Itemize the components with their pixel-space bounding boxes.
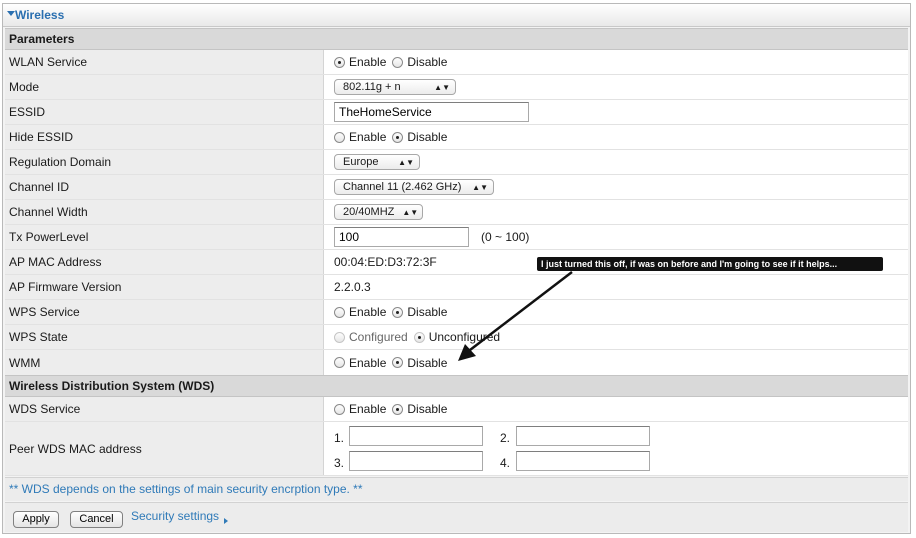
annotation-arrow-icon [458,271,573,361]
annotation-arrow-line [469,271,573,351]
